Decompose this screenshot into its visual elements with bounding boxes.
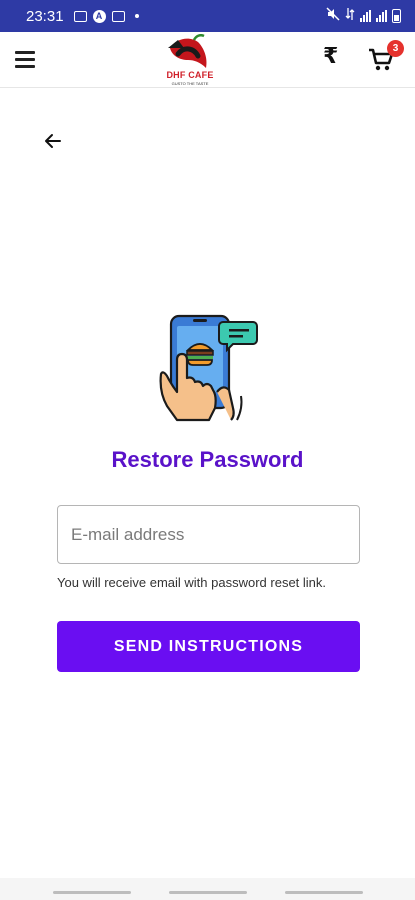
mute-icon <box>326 7 340 25</box>
cart-count-badge: 3 <box>387 40 404 57</box>
battery-icon <box>392 9 401 23</box>
status-bar: 23:31 A <box>0 0 415 32</box>
logo-chili-icon <box>168 33 207 68</box>
send-instructions-button[interactable]: SEND INSTRUCTIONS <box>57 621 360 672</box>
arrow-left-icon <box>45 134 61 148</box>
hamburger-icon-line <box>15 51 35 54</box>
message-notification-icon <box>111 10 125 22</box>
system-nav-bar <box>0 878 415 900</box>
hamburger-icon-line <box>15 58 35 61</box>
rupee-icon: ₹ <box>323 44 339 69</box>
page-title: Restore Password <box>111 447 304 472</box>
gallery-notification-icon <box>73 10 87 22</box>
more-notifications-dot-icon <box>134 14 139 18</box>
signal-icon-2 <box>376 10 387 22</box>
status-time: 23:31 <box>26 7 64 25</box>
currency-button[interactable]: ₹ <box>323 44 338 69</box>
nav-recents-button[interactable] <box>53 891 131 894</box>
status-right <box>326 7 401 25</box>
hamburger-icon-line <box>15 65 35 68</box>
status-left: 23:31 A <box>26 8 139 25</box>
nav-home-button[interactable] <box>169 891 247 894</box>
app-logo: DHF CAFE GUSTO THE TASTE <box>164 33 216 88</box>
email-field[interactable] <box>57 505 360 564</box>
email-hint-text: You will receive email with password res… <box>57 575 327 590</box>
app-notification-icon: A <box>92 9 106 23</box>
data-arrows-icon <box>345 7 355 25</box>
logo-text: DHF CAFE <box>166 70 214 80</box>
logo-tagline: GUSTO THE TASTE <box>171 81 209 86</box>
app-bar: DHF CAFE GUSTO THE TASTE ₹ <box>0 32 415 88</box>
menu-button[interactable] <box>15 51 35 69</box>
back-button[interactable] <box>42 130 64 152</box>
nav-back-button[interactable] <box>285 891 363 894</box>
signal-icon-1 <box>360 10 371 22</box>
phone-chat-illustration <box>157 312 259 422</box>
